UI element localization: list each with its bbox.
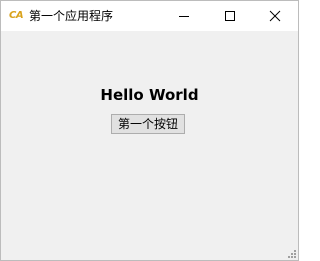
hello-label: Hello World (100, 86, 199, 104)
close-icon (269, 10, 281, 22)
app-icon: CA (9, 10, 24, 21)
maximize-icon (225, 11, 235, 21)
first-button[interactable]: 第一个按钮 (111, 114, 185, 134)
client-area: Hello World 第一个按钮 (1, 31, 298, 260)
window-title: 第一个应用程序 (29, 9, 114, 23)
close-button[interactable] (252, 1, 298, 31)
title-bar[interactable]: CA 第一个应用程序 (1, 1, 298, 31)
maximize-button[interactable] (207, 1, 253, 31)
resize-grip-icon[interactable] (287, 249, 297, 259)
minimize-icon (179, 16, 189, 17)
app-window: CA 第一个应用程序 Hello World 第一个按钮 (0, 0, 299, 261)
minimize-button[interactable] (161, 1, 207, 31)
